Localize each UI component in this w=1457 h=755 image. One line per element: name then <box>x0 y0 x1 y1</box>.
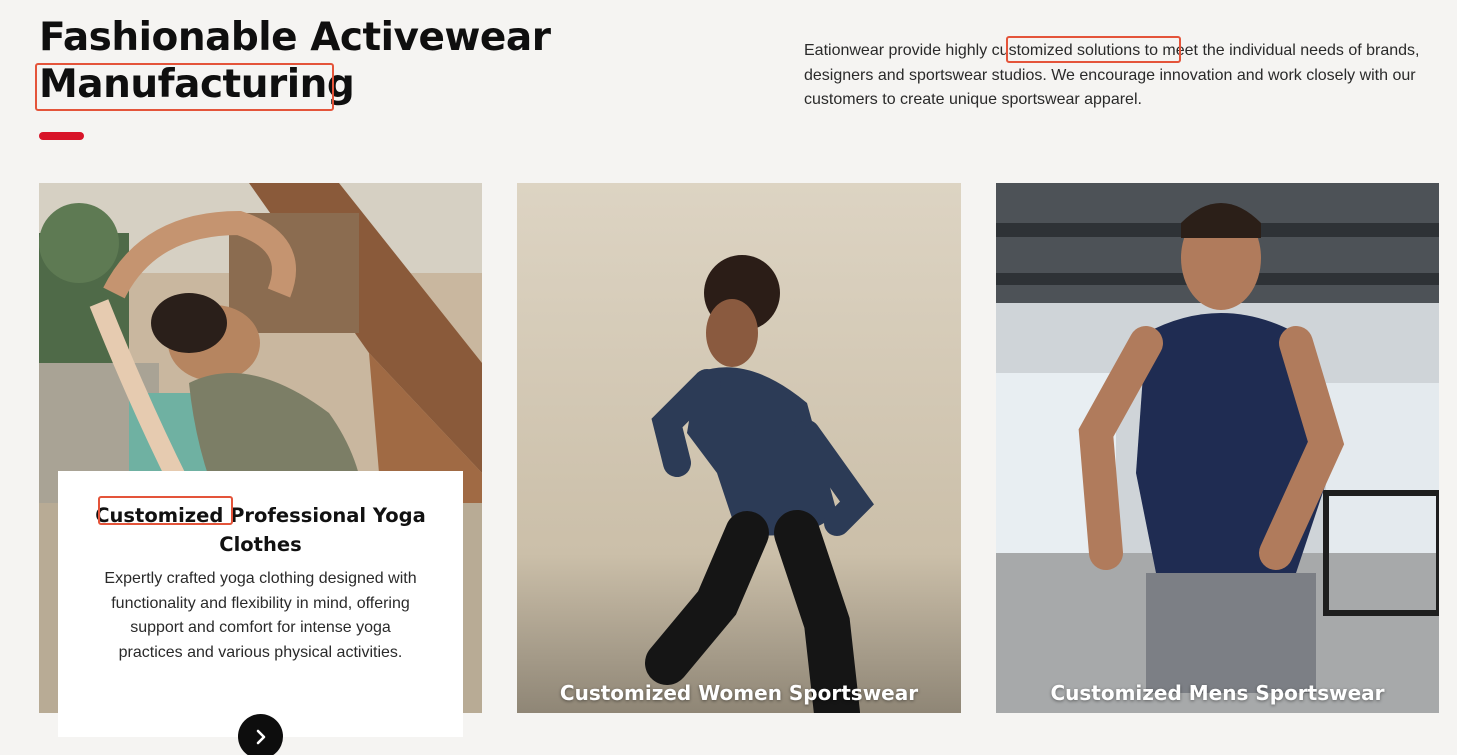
men-model-photo <box>996 183 1439 713</box>
accent-bar <box>39 132 84 140</box>
intro-text-highlight: customized solutions <box>991 42 1141 59</box>
next-button[interactable] <box>238 714 283 755</box>
card-title-yoga-highlight: Customized <box>95 504 224 527</box>
intro-paragraph: Eationwear provide highly customized sol… <box>804 39 1434 113</box>
card-women-sportswear[interactable]: Customized Women Sportswear <box>517 183 961 713</box>
section-title-line-2: Manufacturing <box>39 62 355 107</box>
women-runner-photo <box>517 183 961 713</box>
card-title-men: Customized Mens Sportswear <box>1050 681 1385 705</box>
chevron-right-icon <box>256 729 265 744</box>
page: Fashionable Activewear Manufacturing Eat… <box>0 0 1457 755</box>
yoga-info-panel: Customized Professional Yoga Clothes Exp… <box>58 471 463 737</box>
section-title-line-1: Fashionable Activewear <box>39 15 551 60</box>
card-title-women: Customized Women Sportswear <box>559 681 919 705</box>
card-title-yoga-rest: Professional Yoga Clothes <box>219 504 426 556</box>
card-description-yoga: Expertly crafted yoga clothing designed … <box>104 570 417 661</box>
card-title-yoga[interactable]: Customized Professional Yoga Clothes <box>78 501 443 559</box>
section-title: Fashionable Activewear Manufacturing <box>39 14 551 108</box>
intro-text-pre: Eationwear provide highly <box>804 42 992 59</box>
card-mens-sportswear[interactable]: Customized Mens Sportswear <box>996 183 1439 713</box>
